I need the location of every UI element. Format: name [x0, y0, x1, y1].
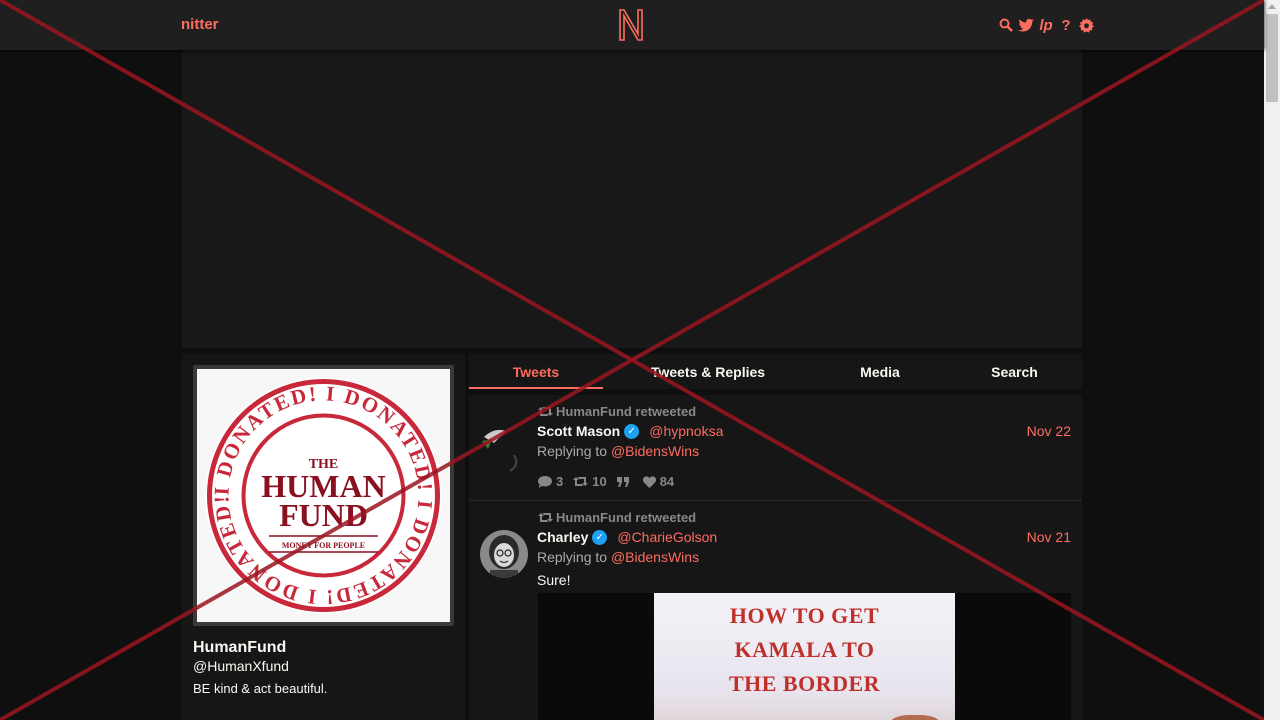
- nav-brand-link[interactable]: nitter: [181, 16, 219, 33]
- avatar-tagline: MONEY FOR PEOPLE: [282, 541, 365, 550]
- profile-card: I DONATED! I DONATED! I DONATED! I DONAT…: [182, 354, 465, 720]
- media-text-line: THE BORDER: [728, 671, 881, 696]
- media-image[interactable]: HOW TO GET KAMALA TO THE BORDER: [654, 593, 955, 720]
- like-stat[interactable]: 84: [642, 474, 675, 489]
- profile-avatar[interactable]: I DONATED! I DONATED! I DONATED! I DONAT…: [193, 365, 454, 626]
- retweet-icon: [573, 477, 589, 486]
- settings-gear-icon[interactable]: [1078, 17, 1094, 33]
- comment-stat[interactable]: 3: [538, 474, 563, 489]
- replying-to-link[interactable]: @BidensWins: [611, 549, 699, 565]
- quote-icon: [616, 476, 629, 487]
- verified-icon: ✓: [624, 423, 640, 439]
- tweet-author-handle[interactable]: @hypnoksa: [649, 423, 723, 439]
- nitter-logo-icon[interactable]: [617, 8, 645, 42]
- replying-to-link[interactable]: @BidensWins: [611, 443, 699, 459]
- scroll-thumb[interactable]: [1266, 14, 1278, 102]
- tweet-media[interactable]: HOW TO GET KAMALA TO THE BORDER: [538, 593, 1071, 720]
- tab-search[interactable]: Search: [947, 354, 1082, 389]
- like-count: 84: [659, 474, 675, 489]
- tab-tweets[interactable]: Tweets: [469, 354, 603, 389]
- profile-banner: [182, 50, 1082, 348]
- timeline: HumanFund retweeted Scott Mason ✓ @hypno…: [469, 395, 1082, 720]
- tweet-text: Sure!: [537, 572, 571, 588]
- help-icon[interactable]: ?: [1058, 17, 1074, 34]
- retweet-stat[interactable]: 10: [573, 474, 607, 489]
- top-navbar: nitter lp ?: [0, 0, 1264, 50]
- tweet-item[interactable]: HumanFund retweeted Scott Mason ✓ @hypno…: [469, 395, 1082, 501]
- retweet-header: HumanFund retweeted: [538, 510, 696, 525]
- replying-to: Replying to @BidensWins: [537, 549, 699, 565]
- timeline-tabs: Tweets Tweets & Replies Media Search: [469, 354, 1082, 389]
- human-fund-logo: I DONATED! I DONATED! I DONATED! I DONAT…: [197, 369, 450, 622]
- quote-stat[interactable]: [616, 474, 633, 489]
- tweet-avatar[interactable]: [480, 530, 528, 578]
- tweet-author-handle[interactable]: @CharieGolson: [617, 529, 717, 545]
- tab-media[interactable]: Media: [813, 354, 947, 389]
- retweet-header: HumanFund retweeted: [538, 404, 696, 419]
- avatar-line3: FUND: [279, 497, 368, 533]
- retweet-label: HumanFund retweeted: [556, 404, 697, 419]
- retweet-icon: [538, 513, 553, 522]
- profile-handle[interactable]: @HumanXfund: [193, 658, 289, 674]
- rock-shape: [890, 715, 940, 720]
- comment-count: 3: [556, 474, 564, 489]
- user-avatar-image: [480, 530, 528, 578]
- tweet-author-name[interactable]: Charley: [537, 529, 588, 545]
- tweet-author: Charley ✓ @CharieGolson: [537, 529, 717, 545]
- retweet-icon: [538, 407, 553, 416]
- replying-to-prefix: Replying to: [537, 549, 608, 565]
- tweet-item[interactable]: HumanFund retweeted Charley ✓ @CharieGol…: [469, 501, 1082, 720]
- tweet-avatar[interactable]: [480, 425, 528, 473]
- rss-icon[interactable]: lp: [1038, 17, 1054, 34]
- heart-icon: [642, 475, 656, 488]
- user-avatar-image: [480, 425, 528, 473]
- profile-bio: BE kind & act beautiful.: [193, 681, 328, 696]
- tweet-author-name[interactable]: Scott Mason: [537, 423, 620, 439]
- replying-to: Replying to @BidensWins: [537, 443, 699, 459]
- comment-icon: [538, 475, 552, 488]
- scroll-up-arrow-icon[interactable]: [1268, 4, 1276, 9]
- search-icon[interactable]: [998, 17, 1014, 33]
- nav-icons: lp ?: [998, 16, 1094, 34]
- tweet-date[interactable]: Nov 21: [1027, 529, 1071, 545]
- retweet-label: HumanFund retweeted: [556, 510, 697, 525]
- tab-tweets-replies[interactable]: Tweets & Replies: [603, 354, 813, 389]
- tweet-stats: 3 10 84: [538, 474, 674, 489]
- media-text-line: KAMALA TO: [734, 637, 875, 662]
- tweet-author: Scott Mason ✓ @hypnoksa: [537, 423, 723, 439]
- page-scrollbar[interactable]: [1264, 0, 1280, 720]
- tweet-date[interactable]: Nov 22: [1027, 423, 1071, 439]
- twitter-bird-icon[interactable]: [1018, 17, 1034, 33]
- verified-icon: ✓: [592, 529, 608, 545]
- replying-to-prefix: Replying to: [537, 443, 608, 459]
- retweet-count: 10: [592, 474, 607, 489]
- media-text-line: HOW TO GET: [729, 603, 880, 628]
- profile-name[interactable]: HumanFund: [193, 639, 286, 657]
